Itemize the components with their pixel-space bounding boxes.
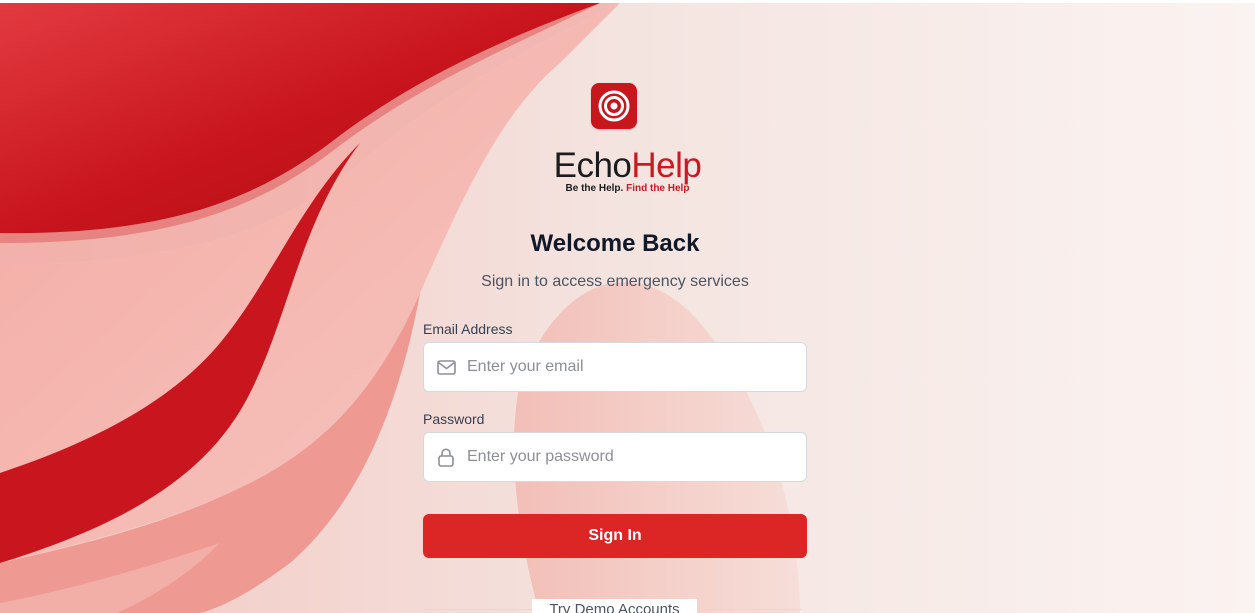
mail-icon (436, 357, 456, 377)
page-subtitle: Sign in to access emergency services (481, 273, 749, 290)
lock-icon (436, 447, 456, 467)
tagline-find-the-help: Find the Help (626, 183, 690, 194)
tagline-be-the-help: Be the Help. (565, 183, 624, 194)
brand-tagline: Be the Help. Find the Help (0, 183, 1255, 195)
email-field[interactable] (423, 342, 807, 392)
login-page: EchoHelp Be the Help. Find the Help Welc… (0, 0, 1255, 613)
sign-in-button[interactable]: Sign In (423, 514, 807, 558)
password-field[interactable] (423, 432, 807, 482)
brand-name: EchoHelp (0, 146, 1255, 186)
email-input[interactable] (465, 357, 789, 377)
page-title: Welcome Back (530, 230, 700, 257)
target-rings-icon (591, 83, 637, 129)
password-input[interactable] (465, 447, 789, 467)
email-label: Email Address (423, 321, 513, 337)
brand-name-help: Help (631, 146, 702, 185)
password-label: Password (423, 411, 485, 427)
brand-name-echo: Echo (553, 146, 632, 185)
try-demo-accounts-label: Try Demo Accounts (532, 599, 697, 613)
